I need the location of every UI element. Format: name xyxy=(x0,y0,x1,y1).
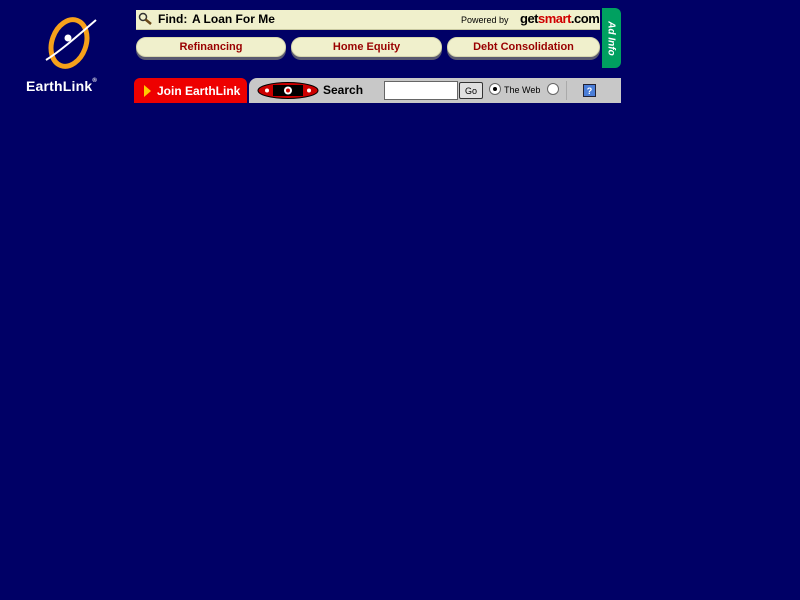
earthlink-logo[interactable]: EarthLink® xyxy=(24,16,124,96)
help-button[interactable]: ? xyxy=(583,84,596,97)
radio-option-2[interactable] xyxy=(547,83,559,95)
hotbot-logo-icon[interactable] xyxy=(257,82,319,99)
join-earthlink-button[interactable]: Join EarthLink xyxy=(134,78,247,103)
find-value: A Loan For Me xyxy=(192,12,275,26)
getsmart-logo-part-a: get xyxy=(520,11,539,26)
find-label: Find: xyxy=(158,12,188,26)
ad-info-label: Ad Info xyxy=(606,20,617,56)
ad-header: Find: A Loan For Me Powered by getsmart.… xyxy=(136,10,600,30)
magnifier-icon xyxy=(138,12,152,25)
ad-info-tab[interactable]: Ad Info xyxy=(602,8,621,68)
earthlink-orbit-icon xyxy=(45,17,97,69)
logo-wordmark: EarthLink® xyxy=(26,78,97,94)
getsmart-logo-part-c: .com xyxy=(570,11,600,26)
radio-the-web[interactable] xyxy=(489,83,501,95)
getsmart-logo[interactable]: getsmart.com xyxy=(520,11,600,26)
powered-by-label: Powered by xyxy=(461,15,509,25)
getsmart-logo-part-b: smart xyxy=(538,11,571,26)
search-input[interactable] xyxy=(384,81,458,100)
debt-consolidation-button[interactable]: Debt Consolidation xyxy=(447,37,600,57)
join-label: Join EarthLink xyxy=(157,83,241,98)
home-equity-button[interactable]: Home Equity xyxy=(291,37,442,57)
ad-banner: Find: A Loan For Me Powered by getsmart.… xyxy=(134,8,602,68)
go-button[interactable]: Go xyxy=(459,82,483,99)
divider xyxy=(566,81,567,100)
ad-buttons: Refinancing Home Equity Debt Consolidati… xyxy=(134,37,602,61)
search-label: Search xyxy=(323,83,364,97)
search-bar: Search Go The Web ? xyxy=(249,78,621,103)
radio-the-web-label: The Web xyxy=(504,85,541,95)
arrow-right-icon xyxy=(144,84,151,97)
refinancing-button[interactable]: Refinancing xyxy=(136,37,286,57)
